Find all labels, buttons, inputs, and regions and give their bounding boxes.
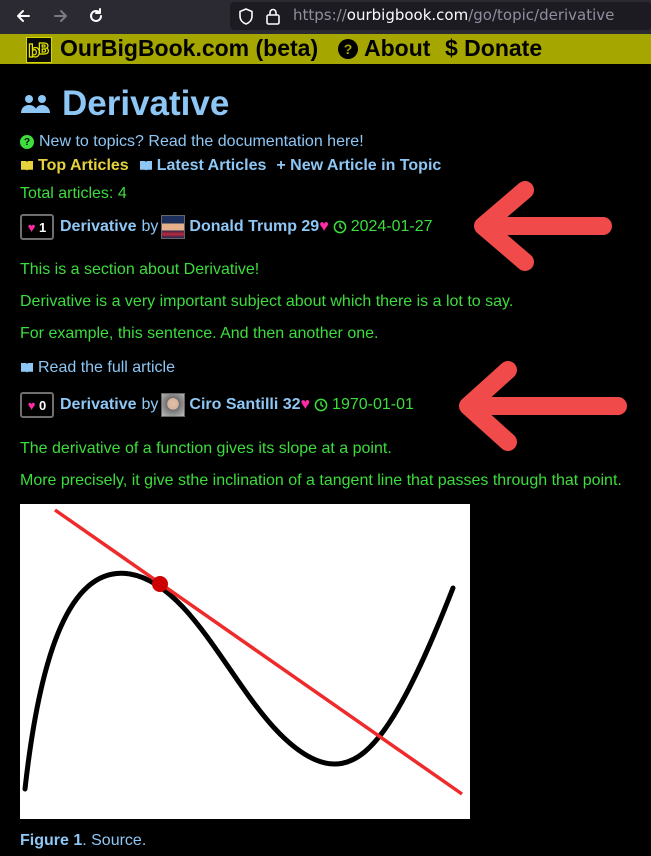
heart-icon: ♥	[319, 218, 329, 235]
heart-icon: ♥	[27, 219, 36, 235]
figure-image	[20, 504, 470, 819]
article-date: 1970-01-01	[332, 396, 414, 413]
tab-latest-articles-label: Latest Articles	[156, 157, 267, 174]
article-title-link[interactable]: Derivative	[60, 218, 137, 236]
figure-label[interactable]: Figure 1	[20, 832, 82, 850]
question-icon: ?	[338, 38, 358, 59]
tab-top-articles-label: Top Articles	[38, 157, 129, 174]
author-link[interactable]: Donald Trump 29	[189, 218, 319, 236]
article-paragraph: For example, this sentence. And then ano…	[20, 325, 379, 342]
like-button[interactable]: ♥ 0	[20, 392, 54, 418]
heart-icon: ♥	[300, 396, 311, 413]
clock-icon	[314, 398, 328, 412]
tab-top-articles[interactable]: Top Articles	[20, 157, 129, 175]
question-circle-icon: ?	[20, 135, 34, 149]
like-button[interactable]: ♥ 1	[20, 214, 54, 240]
tangent-line	[53, 508, 464, 796]
shield-icon[interactable]	[238, 8, 254, 29]
page-title: Derivative	[20, 84, 229, 124]
article-paragraph: The derivative of a function gives its s…	[20, 440, 392, 457]
by-label: by	[141, 396, 159, 413]
about-link[interactable]: ? About	[338, 35, 430, 62]
url-host: ourbigbook.com	[346, 6, 469, 24]
article-date: 2024-01-27	[350, 218, 433, 235]
docs-link[interactable]: ? New to topics? Read the documentation …	[20, 133, 364, 151]
tangent-point	[152, 576, 168, 592]
url-scheme: https://	[293, 6, 347, 24]
article-title-link[interactable]: Derivative	[60, 396, 137, 414]
total-articles: Total articles: 4	[20, 185, 127, 202]
read-full-article-link[interactable]: Read the full article	[20, 359, 175, 377]
browser-toolbar: https://ourbigbook.com/go/topic/derivati…	[0, 0, 651, 34]
annotation-arrow	[474, 181, 612, 271]
article-meta-1: ♥ 1 Derivative by Donald Trump 29 ♥ 2024…	[20, 214, 433, 240]
tab-latest-articles[interactable]: Latest Articles	[139, 157, 267, 175]
site-logo-icon[interactable]: b B	[26, 37, 52, 63]
article-paragraph: More precisely, it give sthe inclination…	[20, 472, 622, 489]
book-icon	[21, 161, 33, 171]
read-full-article-label: Read the full article	[38, 359, 175, 376]
topic-tabs: Top Articles Latest Articles + New Artic…	[20, 157, 441, 175]
reload-icon[interactable]	[85, 5, 107, 27]
function-curve	[22, 570, 456, 792]
by-label: by	[141, 218, 159, 235]
new-article-button[interactable]: + New Article in Topic	[276, 157, 441, 175]
forward-icon[interactable]	[50, 5, 72, 27]
avatar[interactable]	[161, 393, 186, 417]
like-count: 1	[39, 219, 47, 235]
avatar[interactable]	[161, 215, 186, 239]
about-label: About	[364, 35, 431, 61]
annotation-arrow	[459, 361, 627, 451]
back-icon[interactable]	[12, 5, 34, 27]
topic-title: Derivative	[62, 84, 230, 123]
like-count: 0	[39, 397, 47, 413]
clock-icon	[333, 220, 347, 234]
article-paragraph: Derivative is a very important subject a…	[20, 293, 514, 310]
author-link[interactable]: Ciro Santilli 32	[189, 396, 300, 414]
book-icon	[21, 363, 33, 373]
home-link[interactable]: OurBigBook.com (beta)	[60, 35, 318, 62]
donate-link[interactable]: $ Donate	[445, 35, 542, 62]
svg-text:B: B	[38, 40, 49, 58]
article-meta-2: ♥ 0 Derivative by Ciro Santilli 32 ♥ 197…	[20, 392, 414, 418]
url-text[interactable]: https://ourbigbook.com/go/topic/derivati…	[293, 6, 614, 24]
book-icon	[139, 161, 152, 171]
figure-caption-text: . Source.	[82, 832, 147, 849]
lock-icon[interactable]	[265, 7, 281, 29]
url-path: /go/topic/derivative	[468, 6, 615, 24]
docs-link-text: New to topics? Read the documentation he…	[39, 133, 364, 150]
article-paragraph: This is a section about Derivative!	[20, 261, 260, 278]
figure-caption: Figure 1 . Source.	[20, 832, 146, 850]
users-icon	[21, 95, 50, 113]
heart-icon: ♥	[27, 397, 36, 413]
